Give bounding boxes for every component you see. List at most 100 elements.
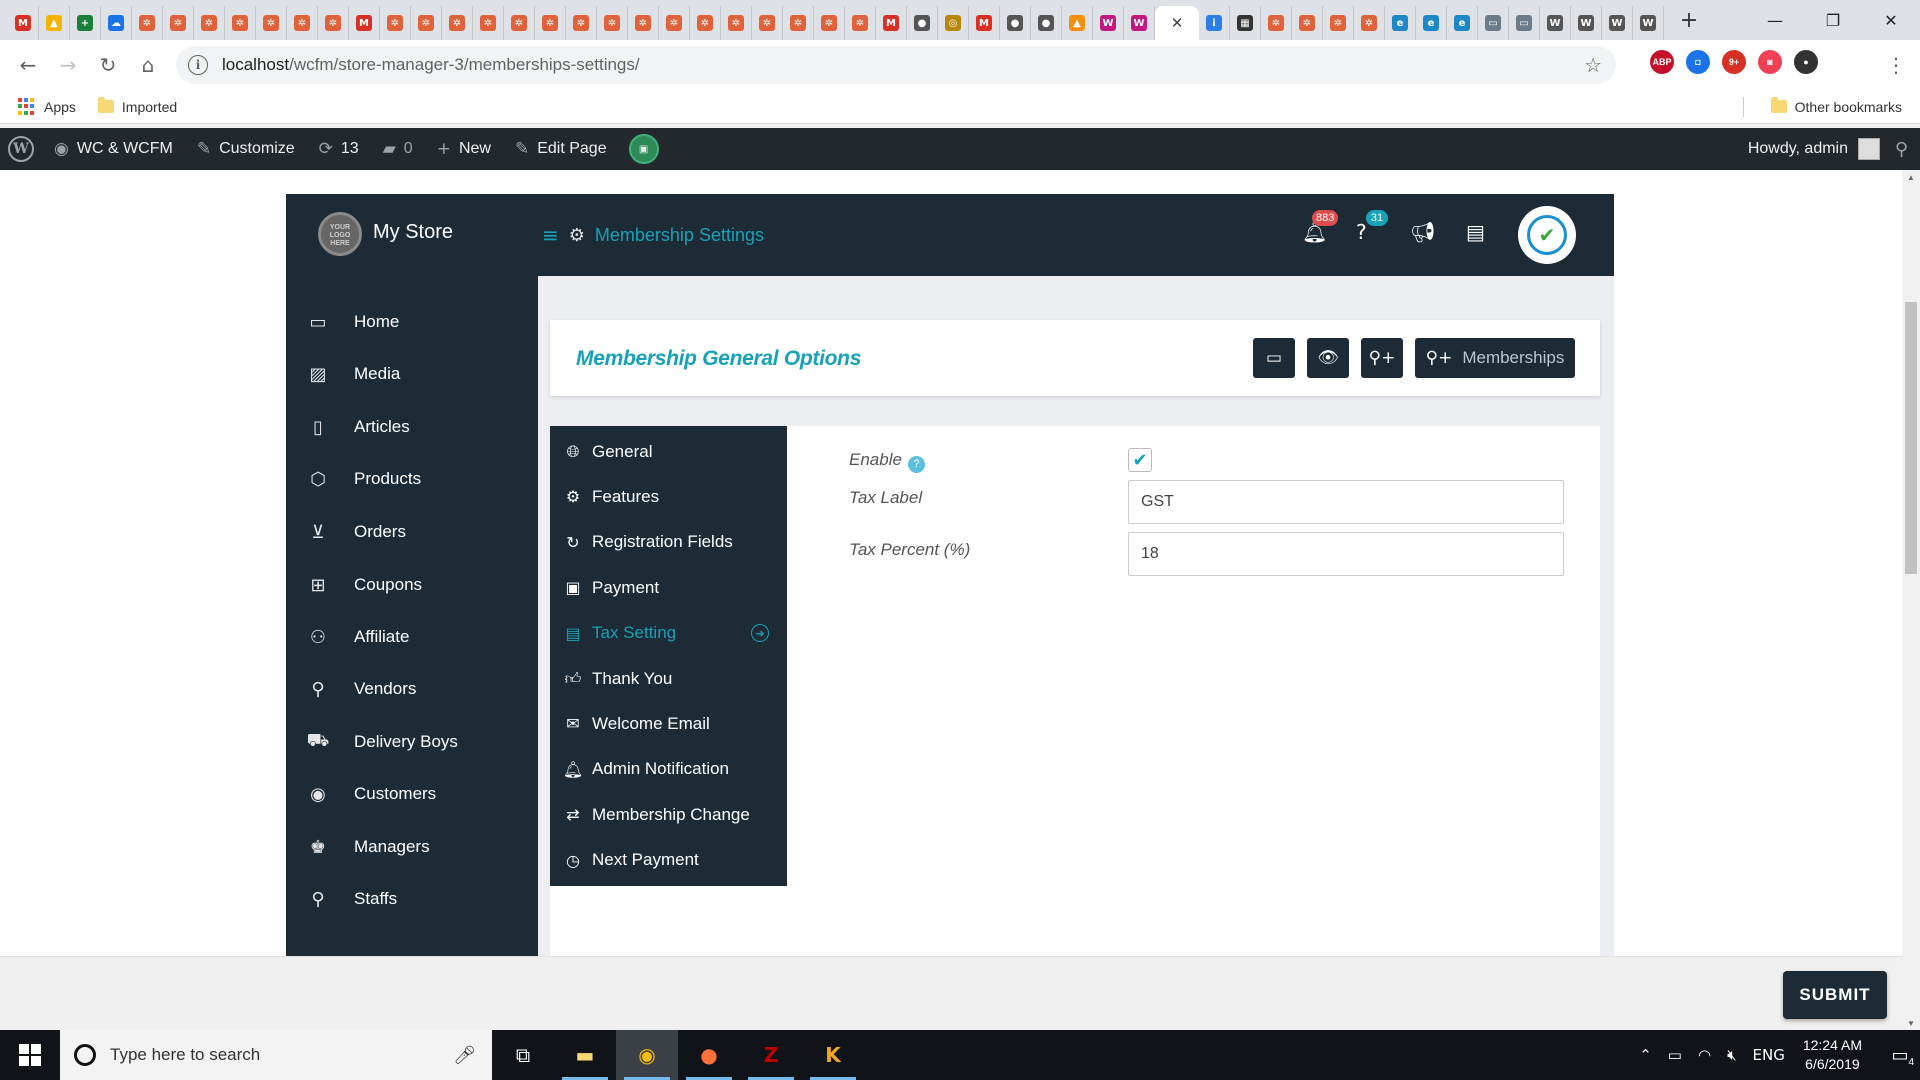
close-icon[interactable]: ✕ — [1169, 14, 1185, 32]
wcfm-store-icon[interactable]: ▣ — [628, 134, 659, 164]
minimize-icon[interactable]: — — [1746, 0, 1804, 40]
browser-tab[interactable]: ▦ — [1230, 6, 1261, 40]
browser-tab[interactable]: ✲ — [194, 6, 225, 40]
search-icon[interactable]: ⚲ — [1895, 139, 1908, 160]
browser-tab[interactable]: ▲ — [39, 6, 70, 40]
bookmark-star-icon[interactable]: ☆ — [1584, 53, 1602, 77]
notifications-bell-icon[interactable]: 🔔︎ 883 — [1302, 210, 1339, 244]
start-button[interactable] — [0, 1030, 60, 1080]
browser-tab[interactable]: i — [1199, 6, 1230, 40]
scrollbar-thumb[interactable] — [1905, 302, 1917, 574]
browser-tab[interactable]: W — [1093, 6, 1124, 40]
browser-tab[interactable]: W — [1571, 6, 1602, 40]
scroll-up-icon[interactable]: ▲ — [1902, 170, 1920, 184]
browser-tab[interactable]: ✲ — [287, 6, 318, 40]
browser-tab[interactable]: W — [1540, 6, 1571, 40]
browser-tab[interactable]: ✲ — [659, 6, 690, 40]
browser-tab[interactable]: W — [1124, 6, 1155, 40]
browser-tab[interactable]: e — [1416, 6, 1447, 40]
chevron-up-icon[interactable]: ⌃ — [1639, 1046, 1652, 1064]
tab-next-payment[interactable]: ◷ Next Payment — [550, 834, 787, 888]
sidebar-item-orders[interactable]: ⊻ Orders — [286, 512, 538, 552]
wp-comments[interactable]: ▰ 0 — [371, 128, 425, 170]
bookmark-other[interactable]: Other bookmarks — [1770, 97, 1902, 115]
browser-tab[interactable]: + — [70, 6, 101, 40]
sidebar-item-customers[interactable]: ◉ Customers — [286, 774, 538, 814]
browser-tab[interactable]: ✲ — [1261, 6, 1292, 40]
bookmark-apps[interactable]: Apps — [18, 97, 76, 116]
camera-icon[interactable]: ◘ — [1686, 50, 1710, 74]
enable-checkbox[interactable]: ✔ — [1128, 448, 1152, 472]
microphone-icon[interactable]: 🎤︎ — [453, 1045, 476, 1066]
browser-tab[interactable]: ✲ — [504, 6, 535, 40]
firefox-icon[interactable]: ● — [678, 1030, 740, 1080]
wp-site-name[interactable]: ◉ WC & WCFM — [42, 128, 185, 170]
browser-tab[interactable]: ✲ — [1354, 6, 1385, 40]
tax-percent-input[interactable] — [1128, 532, 1564, 576]
browser-tab[interactable]: ✲ — [442, 6, 473, 40]
sidebar-item-affiliate[interactable]: ⚇ Affiliate — [286, 617, 538, 657]
sidebar-item-coupons[interactable]: ⊞ Coupons — [286, 565, 538, 605]
store-logo[interactable]: YOUR LOGO HERE — [318, 212, 362, 256]
browser-tab[interactable]: ✲ — [814, 6, 845, 40]
back-arrow-icon[interactable]: ← — [8, 45, 48, 85]
browser-tab[interactable]: ✲ — [380, 6, 411, 40]
browser-tab[interactable]: e — [1385, 6, 1416, 40]
sidebar-item-delivery-boys[interactable]: ⛟ Delivery Boys — [286, 722, 538, 762]
video-tutorial-button[interactable]: ▭ — [1253, 338, 1295, 378]
browser-tab[interactable]: ● — [1031, 6, 1062, 40]
browser-tab[interactable]: ✲ — [752, 6, 783, 40]
language-indicator[interactable]: ENG — [1753, 1046, 1785, 1064]
browser-tab[interactable]: ▭ — [1478, 6, 1509, 40]
browser-tab[interactable]: ▲ — [1062, 6, 1093, 40]
browser-tab[interactable]: M — [876, 6, 907, 40]
volume-mute-icon[interactable]: 🔇︎ — [1727, 1046, 1736, 1064]
wp-updates[interactable]: ⟳ 13 — [307, 128, 371, 170]
pocket-icon[interactable]: ◙ — [1758, 50, 1782, 74]
home-icon[interactable]: ⌂ — [128, 45, 168, 85]
battery-icon[interactable]: ▭ — [1668, 1046, 1682, 1064]
browser-tab[interactable]: ✲ — [225, 6, 256, 40]
new-tab-button[interactable]: + — [1674, 5, 1704, 35]
browser-tab[interactable]: ✲ — [628, 6, 659, 40]
info-icon[interactable]: i — [188, 55, 208, 75]
browser-tab[interactable]: e — [1447, 6, 1478, 40]
browser-tab[interactable]: ▭ — [1509, 6, 1540, 40]
tab-active[interactable]: ✕ — [1155, 6, 1199, 40]
sidebar-item-managers[interactable]: ♚ Managers — [286, 827, 538, 867]
megaphone-icon[interactable]: 📢︎ — [1410, 220, 1435, 244]
menu-kebab-icon[interactable]: ⋮ — [1876, 45, 1916, 85]
page-scrollbar[interactable]: ▲ ▼ — [1902, 170, 1920, 1030]
browser-tab[interactable]: ● — [907, 6, 938, 40]
knowledgebase-book-icon[interactable]: ▤ — [1466, 220, 1485, 244]
wordpress-logo-icon[interactable]: W — [8, 136, 34, 162]
browser-tab[interactable]: M — [8, 6, 39, 40]
scroll-down-icon[interactable]: ▼ — [1902, 1016, 1920, 1030]
browser-tab[interactable]: ✲ — [411, 6, 442, 40]
browser-tab[interactable]: ✲ — [845, 6, 876, 40]
jetbrains-icon[interactable]: K — [802, 1030, 864, 1080]
taskbar-search[interactable]: Type here to search 🎤︎ — [60, 1030, 492, 1080]
task-view-icon[interactable]: ⧉ — [492, 1030, 554, 1080]
sidebar-item-media[interactable]: ▨ Media — [286, 354, 538, 394]
restore-icon[interactable]: ❐ — [1804, 0, 1862, 40]
wifi-icon[interactable]: ◠ — [1698, 1046, 1711, 1064]
sidebar-item-home[interactable]: ▭ Home — [286, 302, 538, 342]
store-name[interactable]: My Store — [373, 221, 453, 244]
sidebar-item-vendors[interactable]: ⚲ Vendors — [286, 669, 538, 709]
url-text[interactable]: localhost/wcfm/store-manager-3/membershi… — [222, 55, 640, 75]
browser-tab[interactable]: ✲ — [473, 6, 504, 40]
forward-arrow-icon[interactable]: → — [48, 45, 88, 85]
wp-account-menu[interactable]: Howdy, admin — [1748, 138, 1880, 160]
browser-tab[interactable]: ☁ — [101, 6, 132, 40]
browser-tab[interactable]: ✲ — [318, 6, 349, 40]
browser-tab[interactable]: ✲ — [132, 6, 163, 40]
browser-tab[interactable]: ✲ — [1323, 6, 1354, 40]
file-explorer-icon[interactable]: ▬ — [554, 1030, 616, 1080]
address-bar[interactable]: i localhost/wcfm/store-manager-3/members… — [176, 46, 1616, 84]
browser-tab[interactable]: ✲ — [597, 6, 628, 40]
browser-tab[interactable]: ✲ — [721, 6, 752, 40]
wp-customize[interactable]: ✎ Customize — [185, 128, 307, 170]
browser-tab[interactable]: ✲ — [535, 6, 566, 40]
browser-tab[interactable]: ✲ — [690, 6, 721, 40]
